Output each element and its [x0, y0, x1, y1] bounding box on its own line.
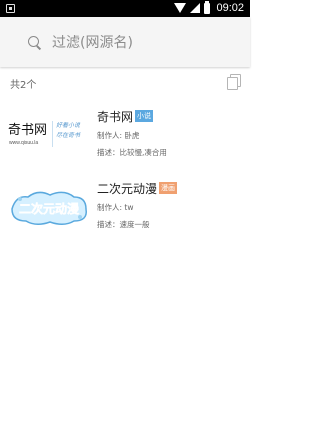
- source-info: 二次元动漫 漫画 制作人: tw 描述：速度一般: [97, 179, 247, 230]
- source-item-anime[interactable]: 二次元动漫 二次元动漫 漫画 制作人: tw 描述：速度一般: [0, 171, 250, 243]
- source-info: 奇书网 小说 制作人: 卧虎 描述：比较慢,凑合用: [97, 107, 247, 158]
- logo-url: www.qisuu.la: [9, 140, 39, 146]
- logo-slogan: 好看小说 尽在奇书: [56, 121, 80, 141]
- source-item-qishu[interactable]: 奇书网 www.qisuu.la 好看小说 尽在奇书 奇书网 小说 制作人: 卧…: [0, 99, 250, 171]
- status-bar: 09:02: [0, 0, 250, 17]
- search-field[interactable]: [18, 27, 238, 59]
- logo-title: 二次元动漫: [19, 201, 80, 216]
- copy-icon[interactable]: [227, 74, 241, 90]
- source-author: 制作人: tw: [97, 203, 134, 212]
- search-input[interactable]: [52, 35, 222, 51]
- logo-slogan-line-1: 好看小说: [56, 122, 81, 129]
- source-description: 描述：速度一般: [97, 220, 150, 229]
- search-icon: [28, 36, 42, 50]
- app-bar: [0, 17, 250, 67]
- gallery-notification-icon: [6, 4, 15, 13]
- source-name: 二次元动漫: [97, 181, 158, 196]
- source-logo: 二次元动漫: [8, 185, 90, 229]
- source-name-row: 奇书网 小说: [97, 107, 247, 125]
- source-type-badge: 漫画: [159, 182, 178, 194]
- status-icons: 09:02: [174, 0, 244, 14]
- list-header: 共2个: [0, 67, 250, 99]
- source-name-row: 二次元动漫 漫画: [97, 179, 247, 197]
- source-type-badge: 小说: [135, 110, 154, 122]
- battery-icon: [204, 0, 211, 14]
- signal-icon: [190, 3, 201, 13]
- logo-bubble: [18, 197, 22, 201]
- logo-divider: [52, 121, 53, 147]
- logo-slogan-line-2: 尽在奇书: [56, 132, 81, 139]
- source-author: 制作人: 卧虎: [97, 131, 140, 140]
- source-logo: 奇书网 www.qisuu.la 好看小说 尽在奇书: [8, 113, 90, 157]
- source-description: 描述：比较慢,凑合用: [97, 148, 167, 157]
- status-time: 09:02: [216, 2, 244, 14]
- source-name: 奇书网: [97, 109, 134, 124]
- logo-title: 奇书网: [8, 123, 48, 138]
- wifi-icon: [174, 3, 187, 13]
- source-count: 共2个: [10, 80, 37, 91]
- anime-logo-art: 二次元动漫: [11, 191, 87, 225]
